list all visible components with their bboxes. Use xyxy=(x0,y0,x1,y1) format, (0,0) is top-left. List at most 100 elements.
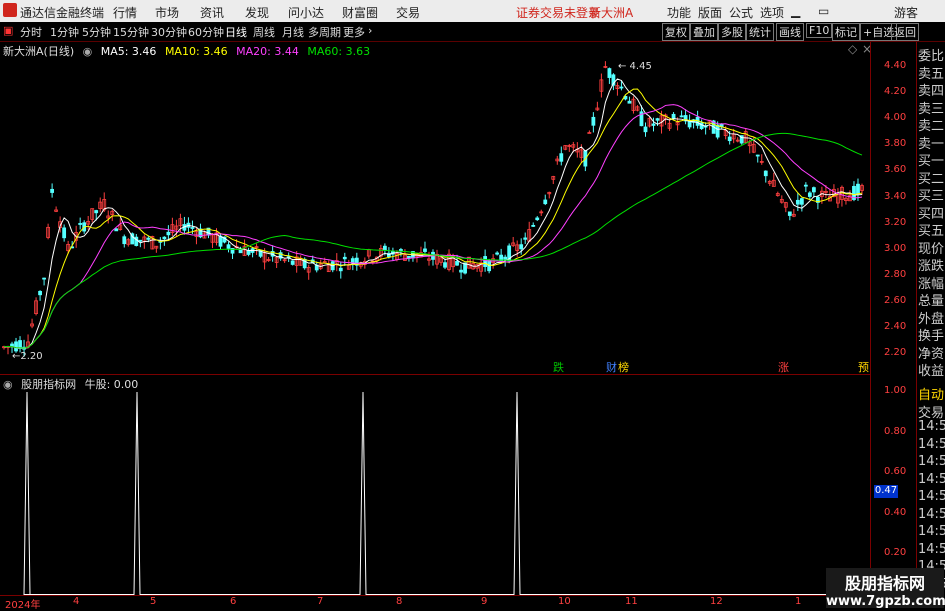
candle-body xyxy=(338,267,343,272)
side-lower-item: 自动 xyxy=(918,388,945,403)
side-item[interactable]: 净资 xyxy=(918,343,945,362)
price-tick: 4.00 xyxy=(884,112,907,124)
low-annotation: ←2.20 xyxy=(12,351,43,362)
event-tag: 涨 xyxy=(778,361,789,374)
candle-body xyxy=(78,223,83,225)
date-tick: 6 xyxy=(230,596,237,607)
candle-body xyxy=(643,126,648,133)
side-item[interactable]: 卖一 xyxy=(918,133,945,152)
price-tick: 3.00 xyxy=(884,242,907,254)
candle-body xyxy=(655,118,660,121)
date-tick: 8 xyxy=(396,596,403,607)
side-lower-item: 交易 xyxy=(918,405,945,421)
price-tick: 4.40 xyxy=(884,60,907,71)
current-indicator-badge: 0.47 xyxy=(874,485,898,498)
side-item[interactable]: 买五 xyxy=(918,220,945,239)
candle-body xyxy=(342,256,347,260)
side-item[interactable]: 收益 xyxy=(918,360,945,379)
side-lower-item: 14:56 xyxy=(918,436,945,452)
date-tick: 12 xyxy=(710,596,723,607)
price-tick: 3.20 xyxy=(884,216,907,228)
candle-body xyxy=(715,124,720,138)
indicator-tick: 0.60 xyxy=(884,466,907,477)
candle-body xyxy=(459,269,463,273)
candle-body xyxy=(122,236,127,245)
candle-body xyxy=(190,227,195,229)
side-lower-item: 14:56 xyxy=(918,524,945,539)
indicator-tick: 1.00 xyxy=(884,385,907,396)
candle-body xyxy=(423,248,427,252)
candle-body xyxy=(483,256,488,267)
side-item[interactable]: 换手 xyxy=(918,325,945,344)
candle-body xyxy=(443,262,447,268)
candle-body xyxy=(226,244,231,249)
side-lower-item: 14:56 xyxy=(918,506,945,522)
candle-body xyxy=(619,86,624,89)
candle-body xyxy=(687,120,692,128)
kline-chart[interactable]: ← 4.45 ←2.20 跌 财榜 涨 预 xyxy=(0,0,945,609)
date-tick: 5 xyxy=(150,596,157,607)
candle-body xyxy=(146,237,151,240)
candle-body xyxy=(811,187,816,193)
candle-body xyxy=(114,228,119,232)
candle-body xyxy=(238,249,243,254)
side-item[interactable]: 卖三 xyxy=(918,98,945,117)
side-item[interactable]: 买四 xyxy=(918,203,945,222)
side-item[interactable]: 现价 xyxy=(918,238,945,257)
candle-body xyxy=(50,188,55,193)
event-tag: 财 xyxy=(606,360,617,374)
candle-body xyxy=(382,245,387,251)
candle-body xyxy=(787,211,792,216)
candle-body xyxy=(519,244,524,250)
candle-body xyxy=(755,154,760,157)
watermark-title: 股朋指标网 xyxy=(844,574,925,593)
watermark-url: www.7gpzb.com xyxy=(826,594,945,609)
side-lower-item: 14:56 xyxy=(918,471,945,487)
side-item[interactable]: 卖四 xyxy=(918,80,945,99)
candle-body xyxy=(531,224,536,227)
candle-body xyxy=(14,341,18,352)
date-tick: 1 xyxy=(795,596,802,607)
price-tick: 2.60 xyxy=(884,294,907,306)
side-item[interactable]: 委比 xyxy=(918,45,945,64)
candle-body xyxy=(807,192,812,197)
candle-body xyxy=(290,260,295,265)
ma5-line xyxy=(3,78,863,349)
candle-body xyxy=(495,252,500,255)
side-item[interactable]: 涨幅 xyxy=(918,273,945,292)
candle-body xyxy=(166,231,171,236)
candle-body xyxy=(763,170,768,177)
price-tick: 3.60 xyxy=(884,164,907,176)
date-tick: 10 xyxy=(558,596,571,607)
candle-body xyxy=(543,199,548,205)
price-tick: 4.20 xyxy=(884,86,907,98)
indicator-tick: 0.80 xyxy=(884,425,907,437)
side-item[interactable]: 买三 xyxy=(918,185,945,204)
candle-body xyxy=(94,210,99,214)
candle-body xyxy=(727,136,732,142)
side-item[interactable]: 卖五 xyxy=(918,63,945,82)
candle-body xyxy=(162,236,167,240)
event-tag: 跌 xyxy=(553,360,564,374)
side-item[interactable]: 总量 xyxy=(918,290,945,309)
peak-annotation: ← 4.45 xyxy=(618,61,652,72)
side-item[interactable]: 涨跌 xyxy=(918,255,945,274)
candle-body xyxy=(651,123,656,126)
date-tick: 9 xyxy=(481,596,488,607)
candle-body xyxy=(42,277,46,280)
side-item[interactable]: 卖二 xyxy=(918,115,945,134)
candle-body xyxy=(399,249,403,252)
candle-body xyxy=(535,217,540,221)
candle-body xyxy=(407,255,411,259)
price-tick: 3.80 xyxy=(884,138,907,150)
side-item[interactable]: 买二 xyxy=(918,168,945,187)
candle-body xyxy=(503,256,508,260)
side-item[interactable]: 买一 xyxy=(918,150,945,169)
candle-body xyxy=(218,235,223,247)
candle-body xyxy=(795,199,800,205)
candle-body xyxy=(62,227,67,239)
candle-body xyxy=(856,183,860,195)
side-lower-item: 14:56 xyxy=(918,419,945,434)
side-item[interactable]: 外盘 xyxy=(918,308,945,327)
price-tick: 2.20 xyxy=(884,347,907,359)
